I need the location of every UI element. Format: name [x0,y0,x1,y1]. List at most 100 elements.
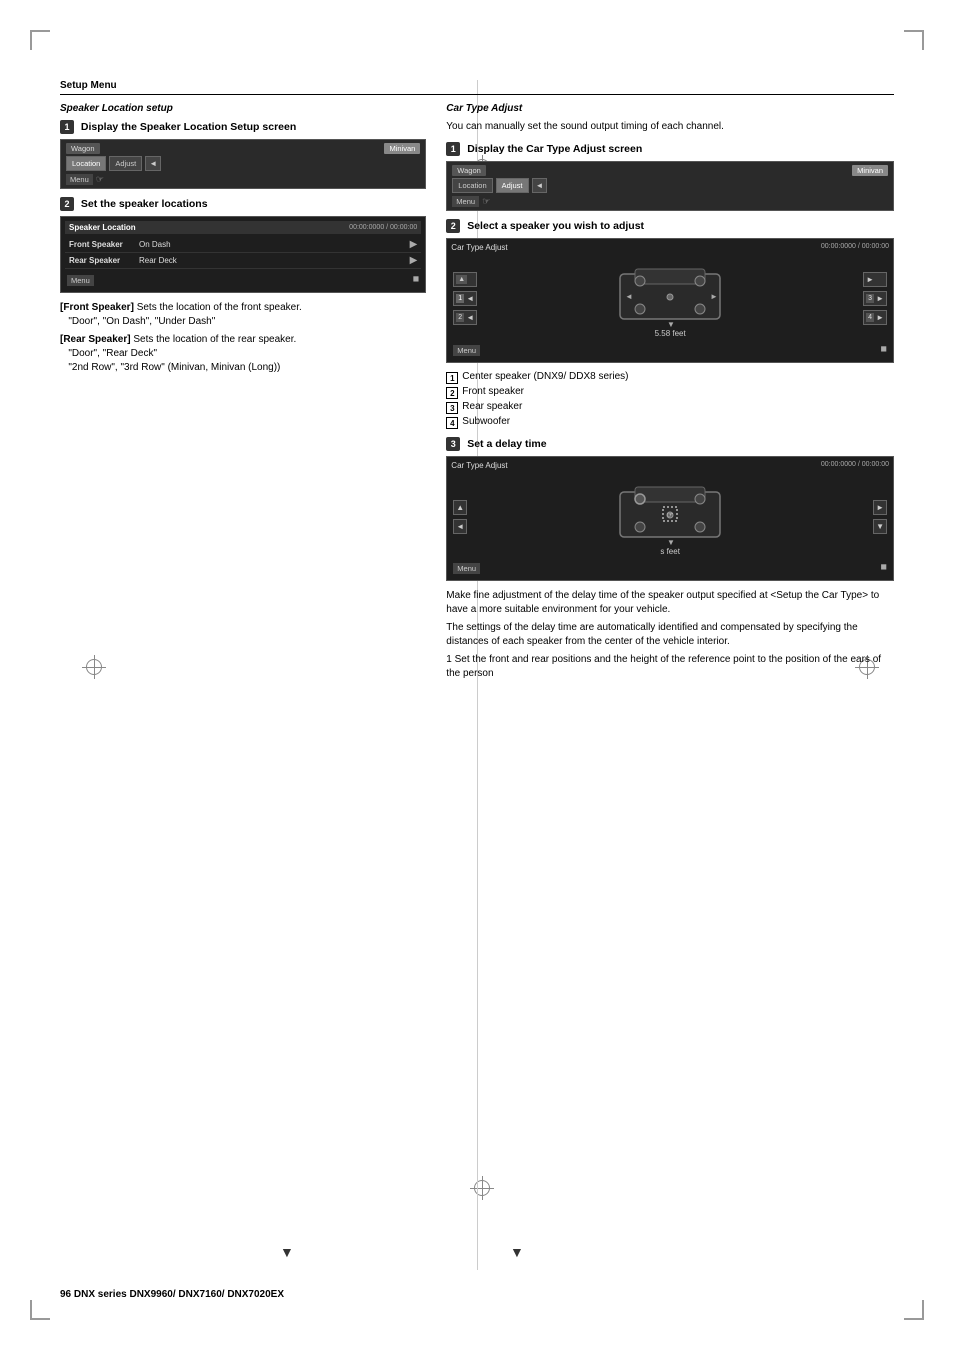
car3-arr-down[interactable]: ▼ [876,522,884,531]
car3-ctrl-down: ▼ [873,519,887,534]
car-screen3-menu-btn[interactable]: Menu [453,563,480,574]
car-diagram-2: ▲ 1 ◄ 2 ◄ [451,255,889,342]
item-text-4: Subwoofer [462,416,510,427]
rs1-menu: Menu ☞ [452,195,888,207]
car3-arr-left[interactable]: ◄ [456,522,464,531]
car-screen3-header: Car Type Adjust 00:00:0000 / 00:00:00 [451,461,889,470]
setup-menu-header: Setup Menu [60,80,894,95]
rear-speaker-options1: "Door", "Rear Deck" [60,348,157,359]
left-step1-screen: Wagon Minivan Location Adjust ◄ Menu ☞ [60,139,426,189]
screen-menu-btn[interactable]: Menu [66,174,93,185]
speaker-num-1: ▲ [456,275,467,284]
screen-buttons: Location Adjust ◄ [66,156,161,171]
car-type-screen-2: Car Type Adjust 00:00:0000 / 00:00:00 ▲ … [446,238,894,363]
car-body-container: ◄ ► ▼ 5.58 feet [481,259,859,338]
car3-ctrl-right: ► [873,500,887,515]
car3-arr-right[interactable]: ► [876,503,884,512]
right-step1-header: 1 Display the Car Type Adjust screen [446,142,894,156]
step2-item-1: 1 Center speaker (DNX9/ DDX8 series) [446,371,894,384]
car-screen2-menu-btn[interactable]: Menu [453,345,480,356]
front-speaker-text: Sets the location of the front speaker. [137,302,302,313]
car-distance-label: 5.58 feet [655,329,686,338]
right-step1-label: Display the Car Type Adjust screen [467,143,642,155]
car-screen2-title: Car Type Adjust [451,243,507,252]
step2-numbered-list: 1 Center speaker (DNX9/ DDX8 series) 2 F… [446,371,894,429]
rs1-back-icon[interactable]: ◄ [532,178,548,193]
sloc-front-arrow[interactable]: ▶ [410,239,418,250]
sloc-menu-btn[interactable]: Menu [67,275,94,286]
step2-item-4: 4 Subwoofer [446,416,894,429]
sloc-title-text: Speaker Location [69,223,136,232]
finger-icon: ☞ [96,174,104,184]
corner-mark-br [904,1300,924,1320]
left-step1-header: 1 Display the Speaker Location Setup scr… [60,120,426,134]
sloc-rear-label: Rear Speaker [69,256,139,265]
rs1-menu-btn[interactable]: Menu [452,196,479,207]
front-speaker-item: [Front Speaker] Sets the location of the… [60,301,426,329]
car3-body-svg: ▼ ☞ [615,477,725,547]
svg-text:▼: ▼ [667,538,675,547]
car3-left-ctrl: ▲ ◄ [453,500,467,534]
car3-distance-hint: s feet [660,547,680,556]
rs1-label-minivan: Minivan [852,165,888,176]
ctrl-arr-right-1[interactable]: ► [876,294,884,303]
corner-mark-tr [904,30,924,50]
right-step2-badge: 2 [446,219,460,233]
svg-text:☞: ☞ [667,512,673,519]
sloc-front-value: On Dash [139,240,410,249]
page-footer: 96 DNX series DNX9960/ DNX7160/ DNX7020E… [60,1289,284,1300]
right-step1-badge: 1 [446,142,460,156]
ctrl-arr-right-2[interactable]: ► [876,313,884,322]
left-step2-header: 2 Set the speaker locations [60,197,426,211]
sloc-nav-icon: ◼ [413,274,420,283]
car-diagram-3: ▲ ◄ [451,473,889,560]
sloc-time: 00:00:0000 / 00:00:00 [349,224,417,231]
down-arrow-left: ▼ [280,1244,294,1260]
sloc-front-label: Front Speaker [69,240,139,249]
page-content: Setup Menu Speaker Location setup 1 Disp… [60,80,894,1270]
corner-mark-tl [30,30,50,50]
screen-btn-adjust[interactable]: Adjust [109,156,142,171]
setup-menu-title: Setup Menu [60,80,117,91]
sloc-footer: Menu ◼ [65,272,421,288]
ctrl-arr-left-2[interactable]: ◄ [466,313,474,322]
rear-speaker-label: [Rear Speaker] [60,334,131,345]
item-badge-4: 4 [446,417,458,429]
item-text-1: Center speaker (DNX9/ DDX8 series) [462,371,628,382]
ctrl-arr-left-1[interactable]: ◄ [466,294,474,303]
screen-back-icon[interactable]: ◄ [145,156,161,171]
step3-desc-2: The settings of the delay time are autom… [446,621,894,649]
rs1-btn-location[interactable]: Location [452,178,492,193]
item-badge-1: 1 [446,372,458,384]
right-step1-screen: Wagon Minivan Location Adjust ◄ Menu ☞ [446,161,894,211]
right-intro-text: You can manually set the sound output ti… [446,120,894,134]
sloc-front-row: Front Speaker On Dash ▶ [65,237,421,253]
car3-arr-up[interactable]: ▲ [456,503,464,512]
svg-text:▼: ▼ [667,320,675,329]
down-arrow-right: ▼ [510,1244,524,1260]
right-step2-header: 2 Select a speaker you wish to adjust [446,219,894,233]
car-screen3-footer: Menu ◼ [451,560,889,576]
ctrl-badge-3: 3 [866,294,874,303]
car-screen3-title: Car Type Adjust [451,461,507,470]
svg-text:◄: ◄ [625,292,633,301]
left-step2-label: Set the speaker locations [81,198,208,210]
ctrl-badge-4: 4 [866,313,874,322]
sloc-rear-arrow[interactable]: ▶ [410,255,418,266]
right-step3-badge: 3 [446,437,460,451]
screen-label-minivan: Minivan [384,143,420,154]
left-column: Speaker Location setup 1 Display the Spe… [60,103,426,686]
rs1-btn-adjust[interactable]: Adjust [496,178,529,193]
rs1-btn-row: Location Adjust ◄ [452,178,888,193]
car-screen2-nav: ◼ [880,344,887,353]
sloc-rear-row: Rear Speaker Rear Deck ▶ [65,253,421,269]
main-columns: Speaker Location setup 1 Display the Spe… [60,103,894,686]
screen-label-wagon: Wagon [66,143,100,154]
rear-speaker-item: [Rear Speaker] Sets the location of the … [60,333,426,375]
item-badge-2: 2 [446,387,458,399]
speaker-location-screen: Speaker Location 00:00:0000 / 00:00:00 F… [60,216,426,293]
right-step2-label: Select a speaker you wish to adjust [467,220,644,232]
right-step3-header: 3 Set a delay time [446,437,894,451]
screen-btn-location[interactable]: Location [66,156,106,171]
ctrl-arr-right-top[interactable]: ► [866,275,874,284]
